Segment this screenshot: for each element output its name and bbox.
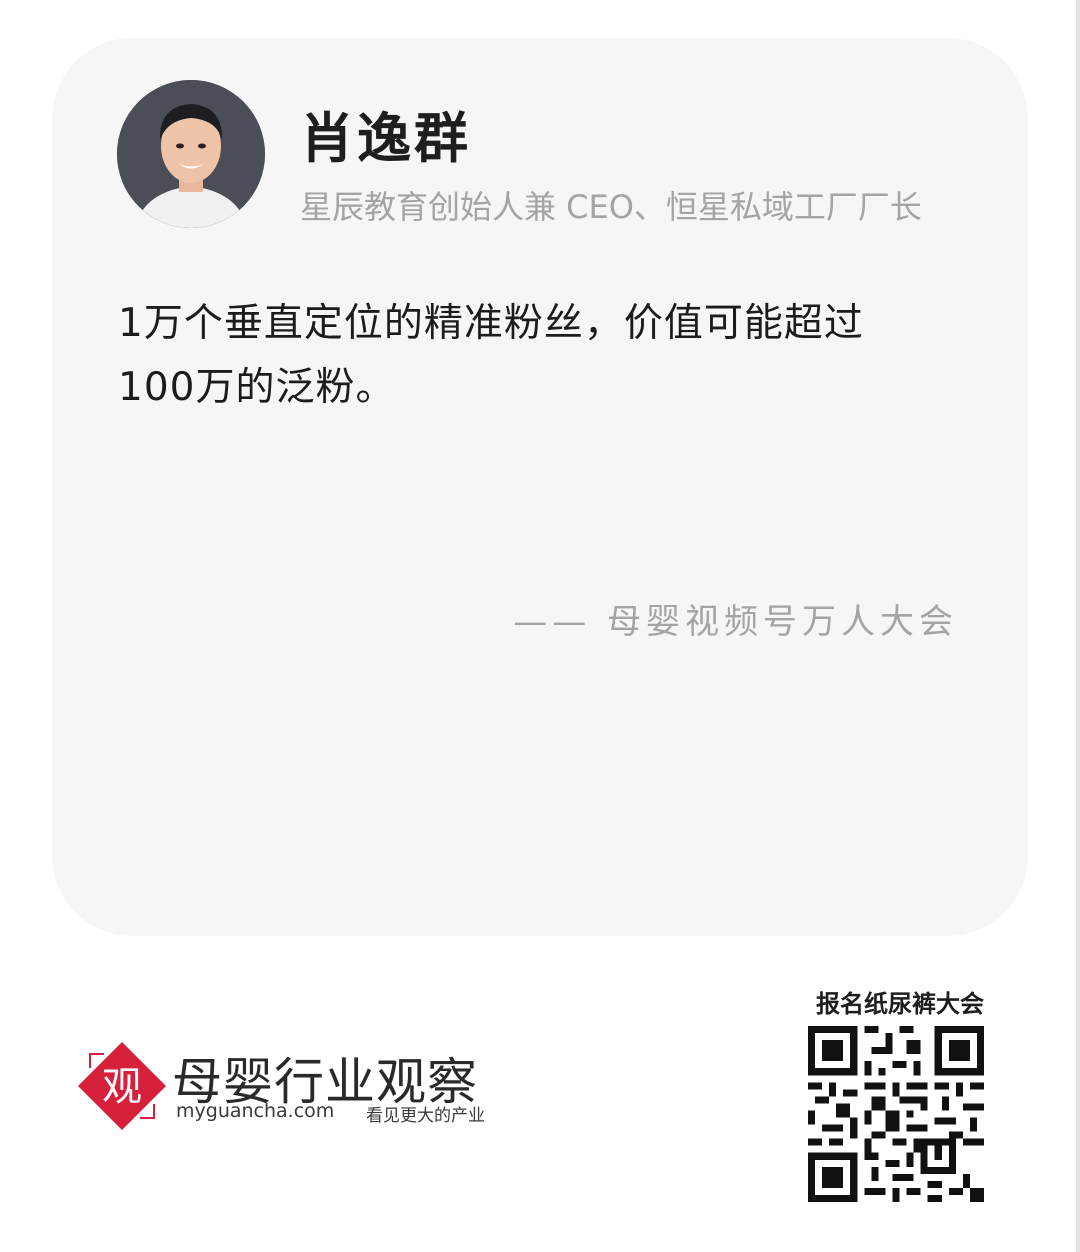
quote-line-2: 100万的泛粉。 bbox=[118, 365, 396, 410]
speaker-avatar bbox=[117, 80, 265, 228]
brand-domain: myguancha.com bbox=[176, 1100, 335, 1122]
brand-slogan: 看见更大的产业 bbox=[366, 1106, 485, 1126]
brand-mark-text: 观 bbox=[102, 1064, 142, 1110]
page-edge-divider bbox=[1076, 0, 1080, 1252]
quote-source: —— 母婴视频号万人大会 bbox=[513, 602, 958, 642]
quote-text: 1万个垂直定位的精准粉丝，价值可能超过 100万的泛粉。 bbox=[118, 292, 978, 420]
speaker-title: 星辰教育创始人兼 CEO、恒星私域工厂厂长 bbox=[300, 188, 922, 226]
brand-diamond-icon: 观 bbox=[78, 1042, 166, 1130]
person-avatar-icon bbox=[117, 80, 265, 228]
speaker-name: 肖逸群 bbox=[300, 107, 471, 170]
qr-code-icon[interactable] bbox=[808, 1026, 984, 1202]
quote-line-1: 1万个垂直定位的精准粉丝，价值可能超过 bbox=[118, 301, 864, 346]
qr-label: 报名纸尿裤大会 bbox=[816, 990, 984, 1018]
brand-logo: 观 母婴行业观察 myguancha.com 看见更大的产业 bbox=[76, 1036, 516, 1136]
quote-card: 肖逸群 星辰教育创始人兼 CEO、恒星私域工厂厂长 1万个垂直定位的精准粉丝，价… bbox=[52, 38, 1028, 936]
